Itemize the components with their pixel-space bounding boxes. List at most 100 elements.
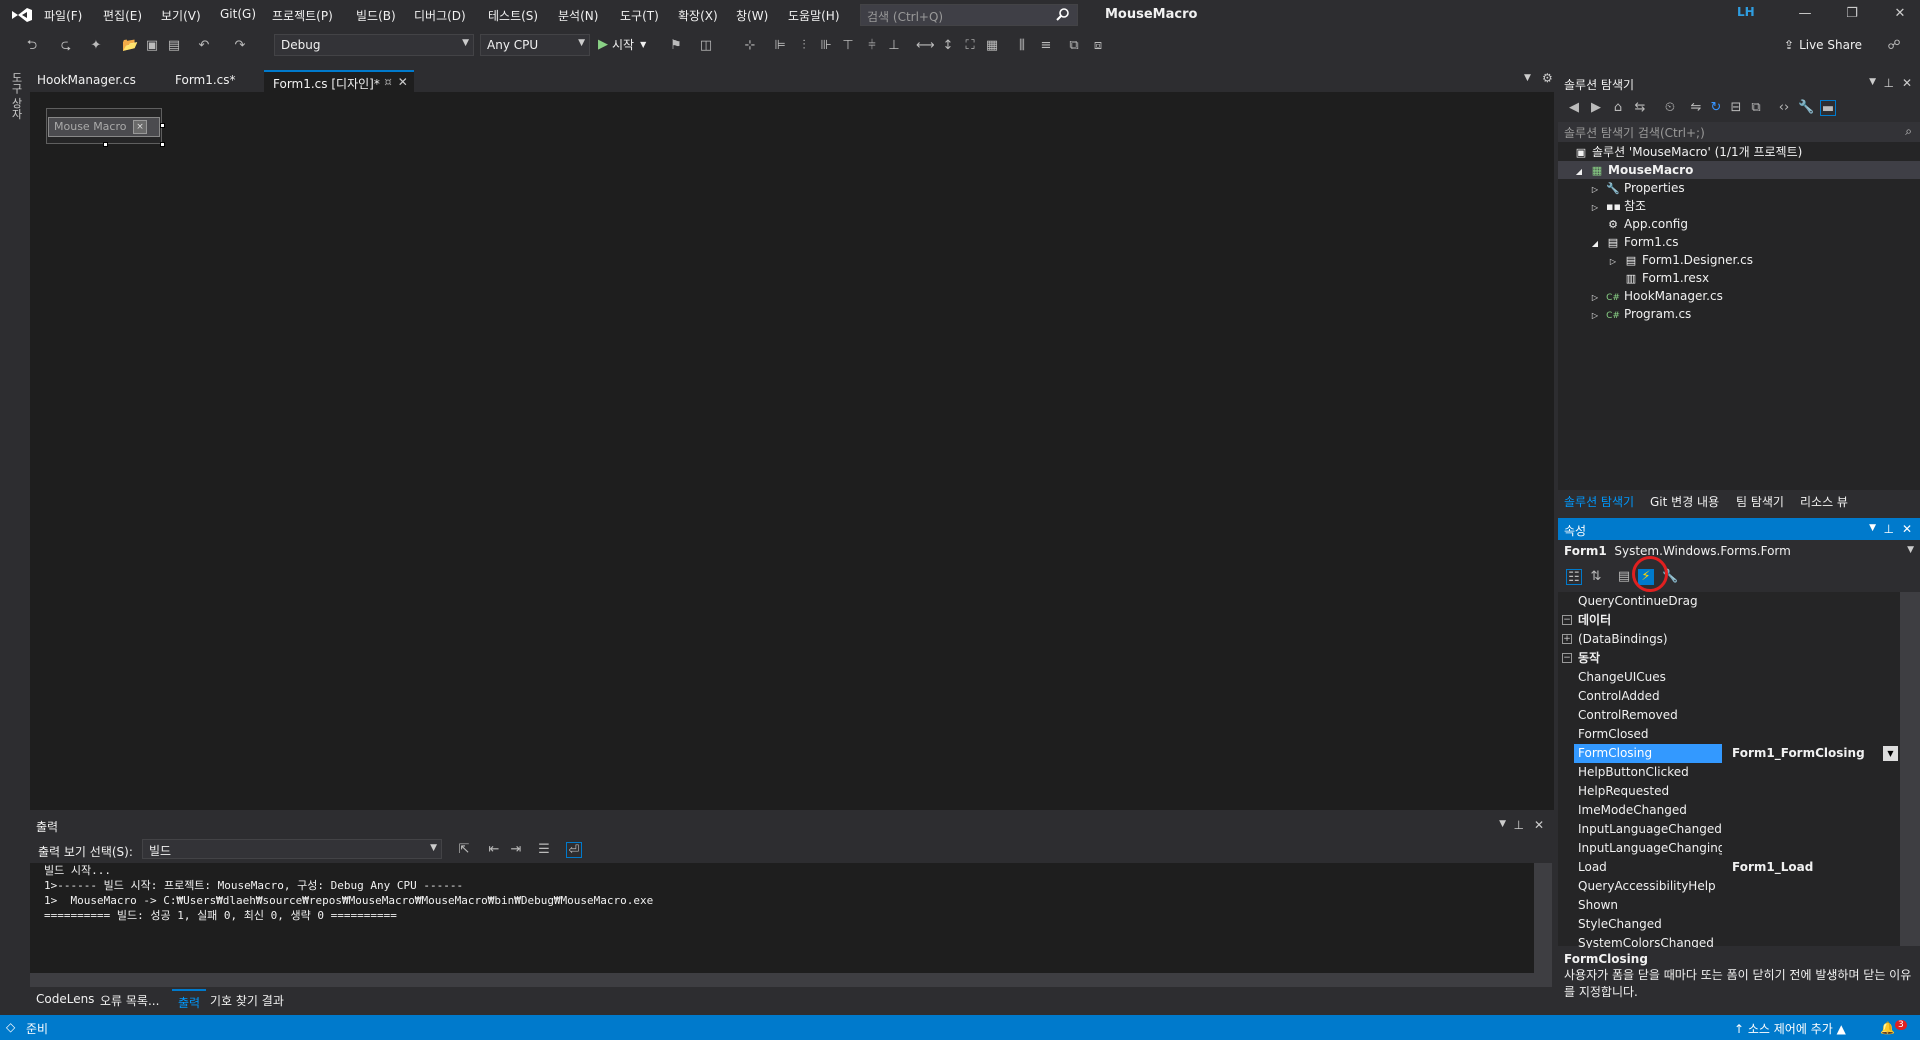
property-value[interactable] — [1728, 592, 1900, 611]
tree-item-properties[interactable]: ▷ 🔧 Properties — [1588, 179, 1685, 197]
properties-wrench-icon[interactable]: 🔧 — [1798, 100, 1814, 116]
properties-icon[interactable]: ▤ — [1616, 569, 1632, 585]
property-value[interactable] — [1728, 801, 1900, 820]
property-row[interactable]: Shown — [1558, 896, 1900, 915]
property-row[interactable]: InputLanguageChanging — [1558, 839, 1900, 858]
horizontal-spacing-icon[interactable]: ⫼ — [1014, 38, 1030, 54]
property-row[interactable]: ControlRemoved — [1558, 706, 1900, 725]
tree-item-form1[interactable]: ◢ ▤ Form1.cs — [1588, 233, 1679, 251]
refresh-icon[interactable]: ↻ — [1708, 100, 1724, 116]
output-horizontal-scrollbar[interactable] — [30, 973, 1552, 987]
user-avatar[interactable]: LH — [1737, 5, 1761, 25]
property-value[interactable] — [1728, 668, 1900, 687]
property-value[interactable] — [1728, 915, 1900, 934]
size-to-grid-icon[interactable]: ⛶ — [962, 38, 978, 54]
menu-item[interactable]: Git(G) — [220, 7, 256, 21]
tree-item-project[interactable]: ◢ ▦ MouseMacro — [1558, 161, 1920, 179]
live-share-button[interactable]: ⇪ Live Share — [1784, 38, 1862, 52]
property-value[interactable] — [1728, 839, 1900, 858]
property-value[interactable] — [1728, 782, 1900, 801]
property-value[interactable] — [1728, 630, 1900, 649]
browser-link-icon[interactable]: ⚑ — [668, 38, 684, 54]
property-row[interactable]: FormClosing Form1_FormClosing ▼ — [1558, 744, 1900, 763]
resize-handle-corner[interactable] — [160, 142, 165, 147]
back-icon[interactable]: ⮌ — [24, 38, 40, 54]
property-row[interactable]: ImeModeChanged — [1558, 801, 1900, 820]
align-bottom-icon[interactable]: ⊥ — [886, 38, 902, 54]
tab-find-symbol-results[interactable]: 기호 찾기 결과 — [204, 989, 290, 1012]
close-icon[interactable]: ✕ — [1890, 6, 1910, 24]
tree-item-form1-designer[interactable]: ▷ ▤ Form1.Designer.cs — [1606, 251, 1753, 269]
home-icon[interactable]: ⌂ — [1610, 100, 1626, 116]
menu-item[interactable]: 창(W) — [736, 7, 768, 24]
property-row[interactable]: + (DataBindings) — [1558, 630, 1900, 649]
property-category[interactable]: − 데이터 — [1558, 611, 1900, 630]
property-value[interactable] — [1728, 877, 1900, 896]
menu-item[interactable]: 파일(F) — [44, 7, 82, 24]
view-code-icon[interactable]: ‹› — [1776, 100, 1792, 116]
minimize-icon[interactable]: — — [1795, 6, 1815, 24]
tree-item-hookmanager[interactable]: ▷ C# HookManager.cs — [1588, 287, 1723, 305]
panel-close-icon[interactable]: ✕ — [1534, 818, 1544, 832]
redo-icon[interactable]: ↷ — [232, 38, 248, 54]
output-vertical-scrollbar[interactable] — [1534, 863, 1552, 973]
property-value[interactable]: Form1_Load — [1728, 858, 1900, 877]
menu-item[interactable]: 도구(T) — [620, 7, 659, 24]
align-center-icon[interactable]: ⫶ — [796, 38, 812, 54]
property-value[interactable] — [1728, 820, 1900, 839]
tab-error-list[interactable]: 오류 목록... — [94, 989, 165, 1012]
maximize-icon[interactable]: ❐ — [1842, 6, 1862, 24]
tree-item-appconfig[interactable]: ⚙ App.config — [1606, 215, 1688, 233]
switch-views-icon[interactable]: ⇆ — [1632, 100, 1648, 116]
property-value[interactable]: Form1_FormClosing — [1728, 744, 1900, 763]
collapse-arrow-icon[interactable]: ◢ — [1588, 235, 1602, 253]
search-input[interactable]: 검색 (Ctrl+Q) — [860, 4, 1078, 26]
align-right-icon[interactable]: ⊪ — [818, 38, 834, 54]
designer-surface[interactable] — [30, 92, 1554, 810]
property-value[interactable] — [1728, 725, 1900, 744]
start-button[interactable]: ▶ 시작 ▼ — [598, 36, 646, 53]
toolbox-tab[interactable]: 도구 상자 — [8, 72, 24, 142]
output-text[interactable]: 빌드 시작... 1>------ 빌드 시작: 프로젝트: MouseMacro… — [30, 863, 1534, 973]
properties-object-select[interactable]: Form1 System.Windows.Forms.Form ▼ — [1558, 540, 1920, 562]
property-category[interactable]: − 동작 — [1558, 649, 1900, 668]
align-middle-icon[interactable]: ⫩ — [864, 38, 880, 54]
screenshot-icon[interactable]: ◫ — [698, 38, 714, 54]
word-wrap-icon[interactable]: ⏎ — [566, 842, 582, 858]
back-icon[interactable]: ◀ — [1566, 100, 1582, 116]
menu-item[interactable]: 도움말(H) — [788, 7, 840, 24]
value-dropdown-icon[interactable]: ▼ — [1883, 746, 1898, 761]
next-message-icon[interactable]: ⇥ — [508, 842, 524, 858]
find-message-icon[interactable]: ⇱ — [456, 842, 472, 858]
property-row[interactable]: ChangeUICues — [1558, 668, 1900, 687]
property-row[interactable]: QueryAccessibilityHelp — [1558, 877, 1900, 896]
tab-codelens[interactable]: CodeLens — [30, 989, 100, 1009]
source-control-button[interactable]: ↑ 소스 제어에 추가 ▲ — [1734, 1020, 1846, 1037]
sync-icon[interactable]: ⇋ — [1688, 100, 1704, 116]
tab-resource-view[interactable]: 리소스 뷰 — [1794, 490, 1854, 513]
forward-icon[interactable]: ▶ — [1588, 100, 1604, 116]
pending-changes-filter-icon[interactable]: ⏲ — [1662, 100, 1678, 116]
undo-icon[interactable]: ↶ — [196, 38, 212, 54]
panel-menu-icon[interactable]: ▼ — [1869, 77, 1876, 87]
menu-item[interactable]: 편집(E) — [103, 7, 142, 24]
menu-item[interactable]: 확장(X) — [678, 7, 718, 24]
save-icon[interactable]: ▣ — [144, 38, 160, 54]
property-row[interactable]: ControlAdded — [1558, 687, 1900, 706]
tab-solution-explorer[interactable]: 솔루션 탐색기 — [1558, 490, 1640, 513]
expand-arrow-icon[interactable]: ▷ — [1588, 307, 1602, 325]
expand-icon[interactable]: + — [1562, 634, 1572, 644]
expand-arrow-icon[interactable]: ▷ — [1588, 199, 1602, 217]
property-value[interactable] — [1728, 706, 1900, 725]
property-value[interactable] — [1728, 896, 1900, 915]
resize-handle-right[interactable] — [160, 123, 165, 128]
same-size-icon[interactable]: ▦ — [984, 38, 1000, 54]
clear-all-icon[interactable]: ☰ — [536, 842, 552, 858]
properties-scrollbar[interactable] — [1900, 592, 1920, 946]
menu-item[interactable]: 빌드(B) — [356, 7, 396, 24]
tree-item-program[interactable]: ▷ C# Program.cs — [1588, 305, 1691, 323]
collapse-all-icon[interactable]: ⊟ — [1728, 100, 1744, 116]
new-project-icon[interactable]: ✦ — [88, 38, 104, 54]
panel-pin-icon[interactable]: ⊥ — [1884, 522, 1894, 536]
same-height-icon[interactable]: ↕ — [940, 38, 956, 54]
